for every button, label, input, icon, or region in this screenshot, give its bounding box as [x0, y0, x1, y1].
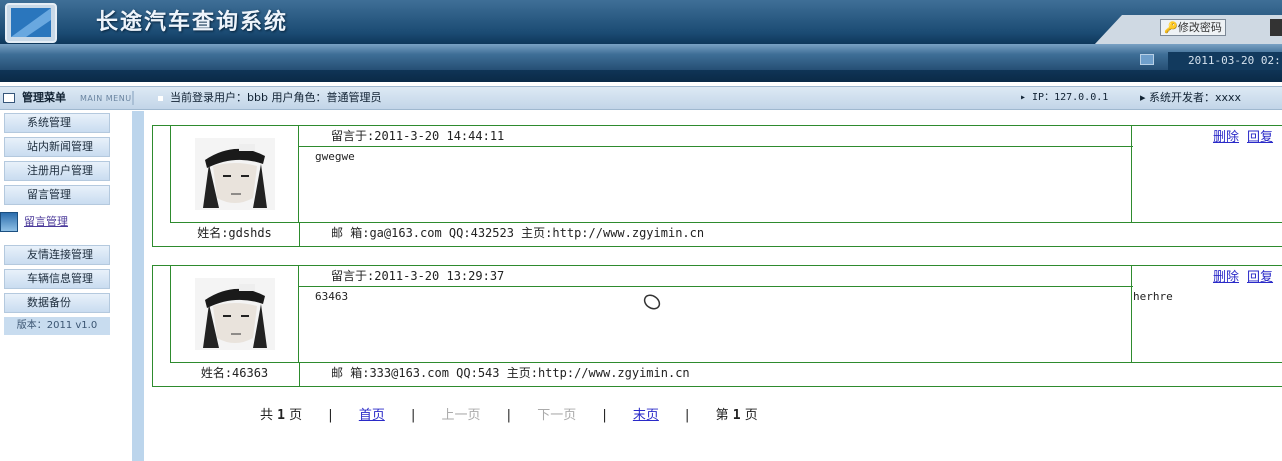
message-entry: 留言于:2011-3-20 13:29:37 63463 herhre 删除 回复… — [152, 265, 1282, 387]
menu-header-sub: MAIN MENU — [80, 94, 132, 103]
monitor-small-icon — [1140, 54, 1154, 65]
sidebar-subitem-label: 留言管理 — [24, 215, 68, 228]
delete-link[interactable]: 删除 — [1213, 130, 1239, 145]
sidebar-item-backup[interactable]: 数据备份 — [4, 293, 110, 313]
menu-header: 管理菜单 MAIN MENU — [0, 87, 140, 109]
info-bar: 管理菜单 MAIN MENU 当前登录用户：bbb 用户角色：普通管理员 ▸ I… — [0, 86, 1282, 110]
header-bottom-band — [0, 70, 1282, 82]
sidebar-item-vehicles[interactable]: 车辆信息管理 — [4, 269, 110, 289]
divider — [1131, 126, 1132, 222]
exit-button[interactable] — [1270, 19, 1282, 36]
datetime-box: 2011-03-20 02: — [1140, 52, 1282, 70]
menu-divider — [132, 91, 140, 105]
divider — [299, 286, 1133, 287]
ip-info: ▸ IP：127.0.0.1 — [1020, 92, 1109, 103]
sidebar-item-links[interactable]: 友情连接管理 — [4, 245, 110, 265]
first-page-link[interactable]: 首页 — [359, 408, 385, 423]
divider — [170, 362, 1282, 363]
sidebar-subitem-messages[interactable]: 留言管理 — [0, 209, 110, 235]
divider — [299, 222, 300, 247]
divider — [299, 146, 1133, 147]
message-actions: 删除 回复 — [1213, 126, 1281, 145]
divider — [1131, 266, 1132, 362]
change-password-button[interactable]: 🔑修改密码 — [1160, 19, 1226, 36]
avatar-cell — [170, 266, 299, 362]
mouse-cursor-icon — [643, 294, 661, 310]
author-contact: 邮 箱:333@163.com QQ:543 主页:http://www.zgy… — [331, 366, 690, 380]
reply-link[interactable]: 回复 — [1247, 270, 1273, 285]
pager-separator: | — [410, 408, 416, 423]
system-title: 长途汽车查询系统 — [96, 9, 289, 35]
app-header: 长途汽车查询系统 🔑修改密码 2011-03-20 02: — [0, 0, 1282, 82]
avatar-cell — [170, 126, 299, 222]
menu-header-label: 管理菜单 — [22, 91, 66, 104]
total-pages: 共 1 页 — [260, 408, 303, 423]
datetime-text: 2011-03-20 02: — [1168, 52, 1282, 70]
avatar — [195, 138, 275, 210]
page-icon — [0, 212, 18, 232]
pager-separator: | — [685, 408, 690, 423]
key-icon: 🔑 — [1164, 21, 1178, 34]
sidebar-item-news[interactable]: 站内新闻管理 — [4, 137, 110, 157]
reply-link[interactable]: 回复 — [1247, 130, 1273, 145]
author-contact: 邮 箱:ga@163.com QQ:432523 主页:http://www.z… — [331, 226, 705, 240]
sidebar-item-messages[interactable]: 留言管理 — [4, 185, 110, 205]
pager-separator: | — [506, 408, 512, 423]
author-name: 姓名:gdshds — [197, 226, 272, 240]
message-reply: herhre — [1133, 290, 1173, 303]
developer-info: ▸ 系统开发者：xxxx — [1140, 91, 1242, 104]
author-name: 姓名:46363 — [200, 366, 269, 380]
sidebar-item-users[interactable]: 注册用户管理 — [4, 161, 110, 181]
avatar — [195, 278, 275, 350]
message-time: 留言于:2011-3-20 14:44:11 — [331, 129, 505, 143]
divider — [299, 362, 300, 387]
delete-link[interactable]: 删除 — [1213, 270, 1239, 285]
message-body: gwegwe — [315, 150, 355, 163]
divider — [170, 222, 1282, 223]
pager-separator: | — [328, 408, 333, 423]
next-page-link: 下一页 — [537, 408, 577, 423]
sidebar-stripe — [132, 111, 144, 461]
sidebar-item-system[interactable]: 系统管理 — [4, 113, 110, 133]
last-page-link[interactable]: 末页 — [633, 408, 659, 423]
message-entry: 留言于:2011-3-20 14:44:11 gwegwe 删除 回复 姓名:gd… — [152, 125, 1282, 247]
version-label: 版本：2011 v1.0 — [4, 317, 110, 335]
pagination: 共 1 页 | 首页 | 上一页 | 下一页 | 末页 | 第 1 页 — [260, 404, 780, 423]
message-actions: 删除 回复 — [1213, 266, 1281, 285]
current-user-info: 当前登录用户：bbb 用户角色：普通管理员 — [170, 91, 382, 104]
change-password-label: 修改密码 — [1177, 21, 1222, 34]
prev-page-link: 上一页 — [441, 408, 481, 423]
sidebar: 系统管理 站内新闻管理 注册用户管理 留言管理 留言管理 友情连接管理 车辆信息… — [0, 111, 132, 461]
current-page: 第 1 页 — [715, 408, 758, 423]
pager-separator: | — [602, 408, 607, 423]
bullet-icon — [158, 96, 163, 101]
message-time: 留言于:2011-3-20 13:29:37 — [331, 269, 505, 283]
header-strip — [0, 44, 1282, 70]
menu-icon — [3, 93, 15, 103]
message-body: 63463 — [315, 290, 349, 303]
